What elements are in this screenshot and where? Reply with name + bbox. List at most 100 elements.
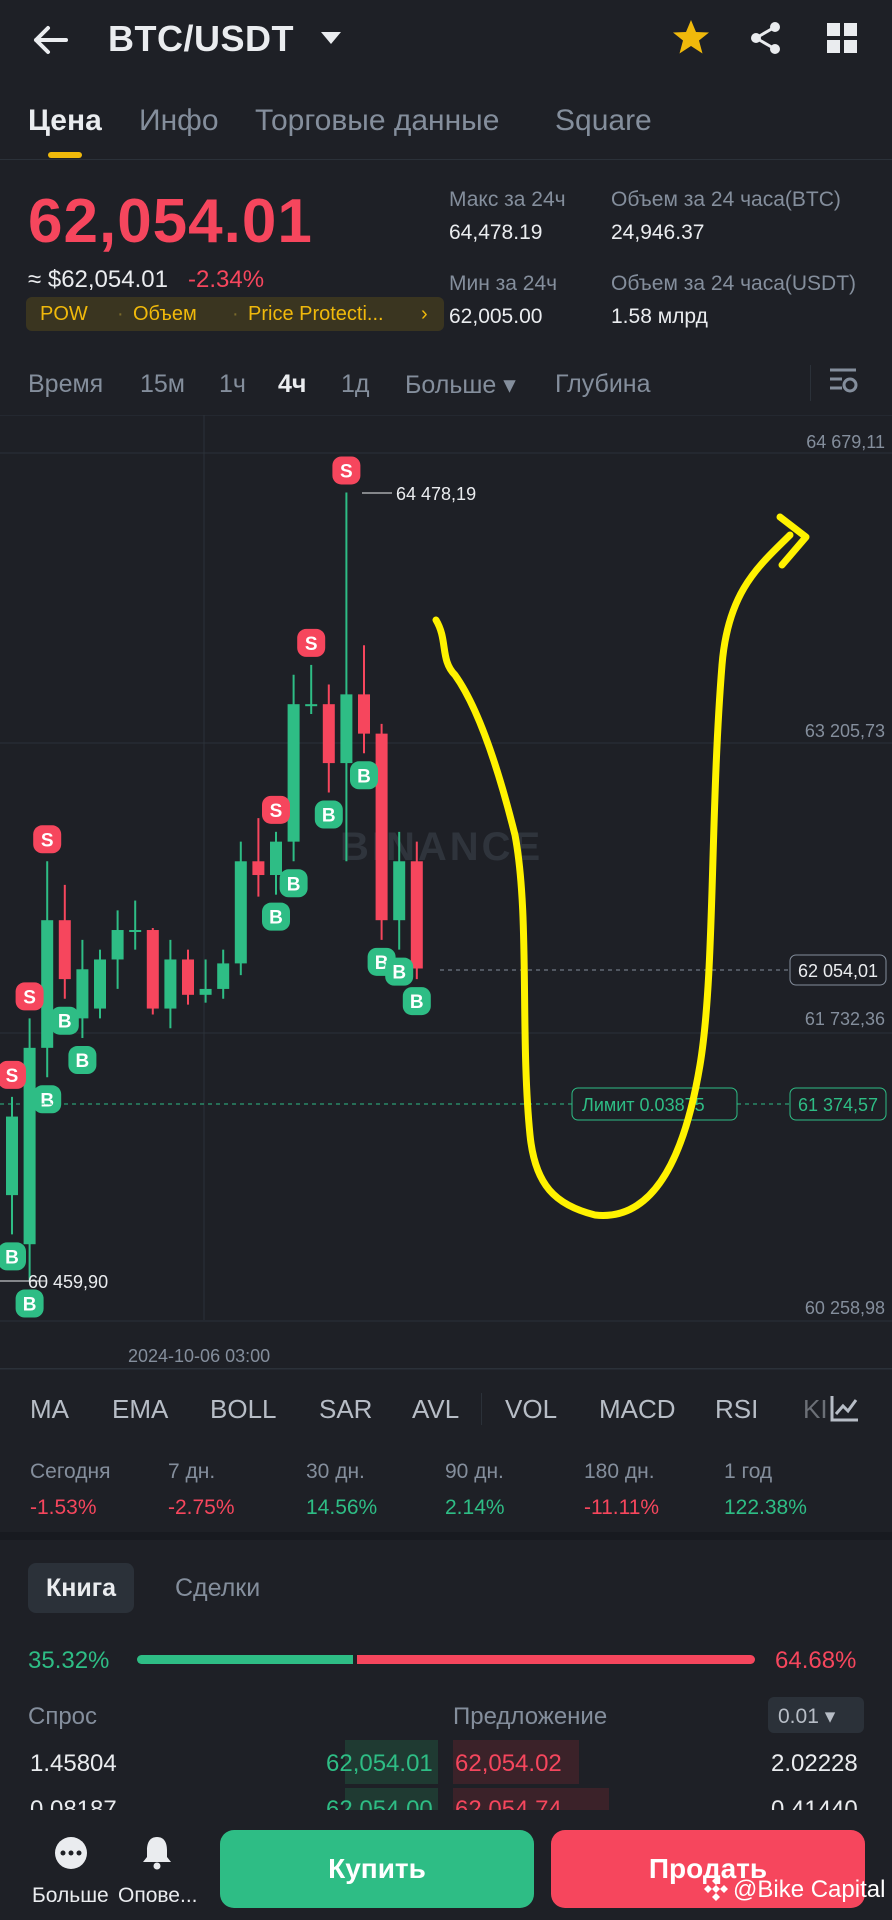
vol-usdt-label: Объем за 24 часа(USDT) bbox=[611, 272, 857, 295]
sell-marker[interactable]: S bbox=[15, 982, 44, 1011]
bid-percent: 35.32% bbox=[28, 1647, 110, 1674]
perf-today: Сегодня -1.53% bbox=[30, 1460, 111, 1519]
tab-price[interactable]: Цена bbox=[28, 104, 102, 138]
sell-marker[interactable]: S bbox=[262, 795, 290, 824]
indicator-rsi[interactable]: RSI bbox=[715, 1394, 758, 1425]
buy-marker-label: B bbox=[287, 874, 301, 895]
tab-trading-data[interactable]: Торговые данные bbox=[255, 104, 499, 138]
tab-square[interactable]: Square bbox=[555, 104, 652, 138]
share-icon[interactable] bbox=[748, 20, 784, 56]
buy-marker-label: B bbox=[357, 766, 371, 787]
indicator-avl[interactable]: AVL bbox=[412, 1394, 459, 1425]
interval-1h[interactable]: 1ч bbox=[219, 370, 246, 399]
indicator-sar[interactable]: SAR bbox=[319, 1394, 372, 1425]
precision-select[interactable]: 0.01 ▾ bbox=[768, 1697, 864, 1733]
price-axis-label: 64 679,11 bbox=[806, 432, 885, 452]
high-marker-label: 64 478,19 bbox=[396, 484, 476, 504]
caret-down-icon[interactable] bbox=[320, 30, 342, 46]
vol-btc-value: 24,946.37 bbox=[611, 221, 705, 244]
indicator-vol[interactable]: VOL bbox=[505, 1394, 557, 1425]
buy-marker[interactable]: B bbox=[0, 1242, 26, 1271]
sell-marker-label: S bbox=[41, 830, 54, 851]
interval-more[interactable]: Больше ▾ bbox=[405, 370, 516, 400]
candle-body bbox=[164, 959, 177, 1009]
candle-body bbox=[6, 1116, 18, 1196]
buy-marker[interactable]: B bbox=[279, 869, 308, 898]
buy-marker-label: B bbox=[40, 1090, 54, 1111]
buy-marker[interactable]: B bbox=[314, 800, 343, 829]
bid-ask-ratio-bar bbox=[137, 1655, 755, 1664]
more-label[interactable]: Больше bbox=[32, 1884, 109, 1908]
candle-body bbox=[129, 930, 142, 933]
high-24h-value: 64,478.19 bbox=[449, 221, 543, 244]
interval-depth[interactable]: Глубина bbox=[555, 370, 651, 399]
sell-marker-label: S bbox=[270, 801, 283, 822]
buy-marker[interactable]: B bbox=[385, 957, 414, 986]
star-icon[interactable] bbox=[672, 18, 710, 56]
buy-marker-label: B bbox=[58, 1012, 72, 1033]
indicator-macd[interactable]: MACD bbox=[599, 1394, 676, 1425]
chart-settings-icon[interactable] bbox=[830, 1394, 860, 1422]
price-change: -2.34% bbox=[188, 266, 265, 293]
sell-marker-label: S bbox=[6, 1066, 19, 1087]
tab-trades[interactable]: Сделки bbox=[157, 1563, 278, 1613]
interval-time[interactable]: Время bbox=[28, 370, 103, 399]
buy-marker-label: B bbox=[269, 908, 283, 929]
buy-marker-label: B bbox=[76, 1051, 90, 1072]
tab-order-book[interactable]: Книга bbox=[28, 1563, 135, 1613]
candle-body bbox=[358, 694, 370, 734]
sell-marker[interactable]: S bbox=[332, 456, 361, 485]
candle-body bbox=[199, 988, 212, 995]
more-icon[interactable] bbox=[54, 1836, 88, 1870]
buy-marker[interactable]: B bbox=[15, 1289, 44, 1318]
chart-settings-icon[interactable] bbox=[828, 366, 860, 396]
low-24h-label: Мин за 24ч bbox=[449, 272, 558, 295]
candlestick-chart[interactable]: BINANCE SBSBSBBBSBBSBSBB BB 64 679,11 63 … bbox=[0, 415, 892, 1370]
buy-marker[interactable]: B bbox=[68, 1046, 97, 1075]
buy-button[interactable]: Купить bbox=[220, 1830, 534, 1908]
candle-body bbox=[94, 959, 106, 1009]
bid-header: Спрос bbox=[28, 1703, 98, 1730]
arrow-left-icon[interactable] bbox=[30, 22, 70, 58]
active-tab-indicator bbox=[48, 152, 82, 158]
low-24h-value: 62,005.00 bbox=[449, 305, 543, 328]
alerts-label[interactable]: Опове... bbox=[118, 1884, 198, 1908]
interval-1d[interactable]: 1д bbox=[341, 370, 370, 399]
grid-icon[interactable] bbox=[826, 22, 858, 54]
candle-body bbox=[76, 969, 89, 1019]
candle-body bbox=[182, 959, 194, 995]
buy-marker[interactable]: B bbox=[33, 1085, 62, 1114]
sell-marker[interactable]: S bbox=[297, 628, 326, 657]
bid-qty: 1.45804 bbox=[30, 1750, 117, 1777]
buy-marker[interactable]: B bbox=[262, 902, 290, 931]
indicator-kdj[interactable]: KI bbox=[803, 1394, 828, 1425]
indicator-ema[interactable]: EMA bbox=[112, 1394, 168, 1425]
pair-title[interactable]: BTC/USDT bbox=[108, 18, 294, 60]
tab-info[interactable]: Инфо bbox=[139, 104, 219, 138]
buy-marker-label: B bbox=[392, 963, 406, 984]
tag-volume: Объем bbox=[133, 303, 197, 325]
bell-icon[interactable] bbox=[140, 1834, 174, 1870]
buy-marker[interactable]: B bbox=[350, 761, 378, 790]
sell-marker[interactable]: S bbox=[0, 1060, 26, 1089]
buy-marker-label: B bbox=[5, 1247, 19, 1268]
last-price: 62,054.01 bbox=[28, 187, 313, 256]
buy-marker[interactable]: B bbox=[50, 1006, 79, 1035]
candle-body bbox=[234, 861, 247, 964]
indicator-boll[interactable]: BOLL bbox=[210, 1394, 277, 1425]
interval-15m[interactable]: 15м bbox=[140, 370, 185, 399]
section-divider bbox=[0, 1532, 892, 1540]
limit-price-label: 61 374,57 bbox=[798, 1095, 878, 1115]
buy-marker[interactable]: B bbox=[402, 987, 431, 1016]
candle-body bbox=[111, 930, 124, 960]
tag-bar[interactable]: POW · Объем · Price Protecti... › bbox=[26, 297, 444, 331]
interval-4h[interactable]: 4ч bbox=[278, 370, 306, 399]
top-bar: BTC/USDT bbox=[0, 0, 892, 80]
sell-marker[interactable]: S bbox=[33, 825, 62, 854]
tag-price-protection: Price Protecti... bbox=[248, 303, 384, 325]
indicator-ma[interactable]: MA bbox=[30, 1394, 69, 1425]
bid-ratio-fill bbox=[137, 1655, 354, 1664]
candle-body bbox=[375, 733, 388, 921]
perf-90d: 90 дн. 2.14% bbox=[445, 1460, 505, 1519]
usd-price: ≈ $62,054.01 bbox=[28, 266, 168, 293]
